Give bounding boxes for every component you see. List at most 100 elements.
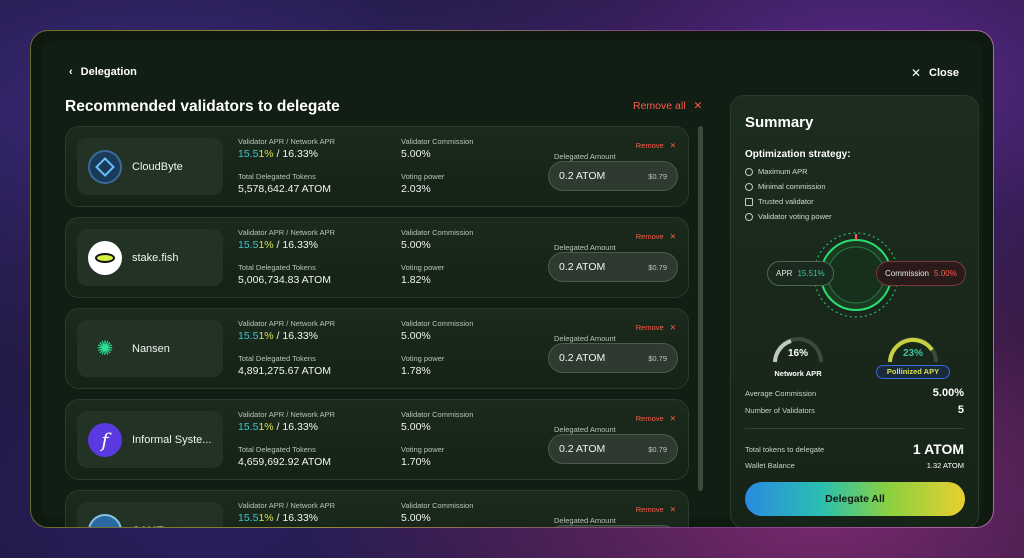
validator-logo-icon (88, 513, 122, 527)
strategy-item: Trusted validator (745, 197, 814, 206)
amount-value: 0.2 ATOM (559, 352, 606, 364)
amount-usd: $0.79 (648, 444, 667, 454)
validator-apr-part: 15.5 (238, 148, 259, 160)
tokens-label: Total Delegated Tokens (238, 172, 316, 181)
remove-label: Remove (635, 414, 664, 423)
strategy-label: Trusted validator (758, 197, 814, 206)
validator-apr-part: 1% (258, 330, 274, 342)
validator-card: CloudByte Validator APR / Network APR 15… (65, 126, 689, 207)
tokens-label: Total Delegated Tokens (238, 263, 316, 272)
info-icon (745, 182, 753, 191)
list-scrollbar[interactable] (698, 126, 703, 491)
commission-label: Validator Commission (401, 228, 474, 237)
amount-usd: $0.79 (648, 171, 667, 181)
delegated-amount-input[interactable]: 0.2 ATOM $0.79 (548, 434, 678, 464)
remove-button[interactable]: Remove ✕ (636, 232, 676, 241)
close-icon: ✕ (669, 323, 676, 332)
divider (745, 428, 964, 429)
remove-button[interactable]: Remove ✕ (636, 505, 676, 514)
cloudbyte-logo-icon (88, 149, 122, 184)
chevron-left-icon: ‹ (69, 66, 73, 78)
tokens-value: 4,659,692.92 ATOM (238, 456, 332, 468)
commission-value: 5.00% (401, 239, 431, 251)
apr-value: 15.51% / 16.33% (238, 148, 318, 160)
commission-value: 5.00% (401, 512, 431, 524)
amount-value: 0.2 ATOM (559, 261, 606, 273)
total-tokens-row: Total tokens to delegate 1 ATOM (745, 441, 964, 457)
amount-label: Delegated Amount (554, 243, 616, 252)
delegation-modal: ‹ Delegation ✕ Close Recommended validat… (31, 31, 993, 527)
page-title: Recommended validators to delegate (65, 98, 340, 115)
validator-identity: CAME (77, 502, 223, 527)
amount-value: 0.2 ATOM (559, 170, 606, 182)
amount-label: Delegated Amount (554, 334, 616, 343)
apr-pill-label: APR (776, 269, 793, 278)
back-button[interactable]: ‹ Delegation (69, 66, 137, 78)
summary-panel: Summary Optimization strategy: Maximum A… (730, 95, 979, 527)
commission-value: 5.00% (401, 421, 431, 433)
validator-list: CloudByte Validator APR / Network APR 15… (65, 126, 689, 527)
percent-icon (745, 167, 753, 176)
num-validators-value: 5 (957, 404, 964, 416)
close-icon: ✕ (669, 141, 676, 150)
commission-pill-value: 5.00% (934, 269, 957, 278)
commission-pill-label: Commission (885, 269, 930, 278)
remove-all-button[interactable]: Remove all ✕ (633, 100, 702, 112)
voting-value: 2.03% (401, 183, 431, 195)
delegated-amount-input[interactable]: 0.2 ATOM $0.79 (548, 343, 678, 373)
network-apr: / 16.33% (273, 421, 318, 433)
summary-title: Summary (745, 114, 814, 131)
validator-identity: CloudByte (77, 138, 223, 195)
wallet-balance-row: Wallet Balance 1.32 ATOM (745, 461, 964, 470)
wallet-balance-label: Wallet Balance (745, 461, 795, 470)
tokens-value: 5,578,642.47 ATOM (238, 183, 332, 195)
amount-usd: $0.79 (648, 353, 667, 363)
total-tokens-label: Total tokens to delegate (745, 444, 825, 454)
total-tokens-value: 1 ATOM (912, 441, 964, 457)
delegated-amount-input[interactable]: 0.2 ATOM $0.79 (548, 252, 678, 282)
apr-value: 15.51% / 16.33% (238, 512, 318, 524)
validator-name: Informal Syste... (132, 433, 212, 446)
validator-apr-part: 1% (258, 148, 274, 160)
commission-value: 5.00% (401, 148, 431, 160)
voting-value: 1.78% (401, 365, 431, 377)
validator-identity: f Informal Syste... (77, 411, 223, 468)
voting-label: Voting power (401, 263, 445, 272)
apr-value: 15.51% / 16.33% (238, 421, 318, 433)
remove-button[interactable]: Remove ✕ (636, 141, 676, 150)
strategy-label: Validator voting power (758, 212, 832, 221)
tokens-label: Total Delegated Tokens (238, 445, 316, 454)
wallet-balance-value: 1.32 ATOM (926, 461, 964, 470)
validator-card: ✺ Nansen Validator APR / Network APR 15.… (65, 308, 689, 389)
validator-apr-part: 15.5 (238, 239, 259, 251)
delegate-all-button[interactable]: Delegate All (745, 482, 965, 516)
shield-icon (745, 212, 753, 221)
network-apr: / 16.33% (273, 148, 318, 160)
modal-inner: ‹ Delegation ✕ Close Recommended validat… (41, 41, 983, 527)
close-icon: ✕ (669, 414, 676, 423)
amount-value: 0.2 ATOM (559, 443, 606, 455)
network-apr-value: 16% (787, 348, 808, 359)
network-apr: / 16.33% (273, 239, 318, 251)
validator-identity: ✺ Nansen (77, 320, 223, 377)
pollinized-apy-badge: Pollinized APY (876, 365, 950, 379)
modal-frame: ‹ Delegation ✕ Close Recommended validat… (30, 30, 994, 528)
validator-apr-part: 15.5 (238, 512, 259, 524)
validator-apr-part: 1% (258, 421, 274, 433)
delegated-amount-input[interactable]: 0.2 ATOM $0.79 (548, 161, 678, 191)
close-label: Close (929, 67, 959, 79)
remove-button[interactable]: Remove ✕ (636, 323, 676, 332)
validator-card: f Informal Syste... Validator APR / Netw… (65, 399, 689, 480)
close-button[interactable]: ✕ Close (911, 66, 959, 80)
apr-label: Validator APR / Network APR (238, 501, 335, 510)
validator-name: CloudByte (132, 160, 183, 173)
avg-commission-row: Average Commission 5.00% (745, 387, 964, 399)
delegated-amount-input[interactable] (548, 525, 678, 527)
close-icon: ✕ (693, 100, 703, 112)
apr-value: 15.51% / 16.33% (238, 239, 318, 251)
validator-apr-part: 1% (258, 239, 274, 251)
validator-identity: stake.fish (77, 229, 223, 286)
remove-label: Remove (635, 323, 664, 332)
remove-button[interactable]: Remove ✕ (636, 414, 676, 423)
voting-value: 1.82% (401, 274, 431, 286)
